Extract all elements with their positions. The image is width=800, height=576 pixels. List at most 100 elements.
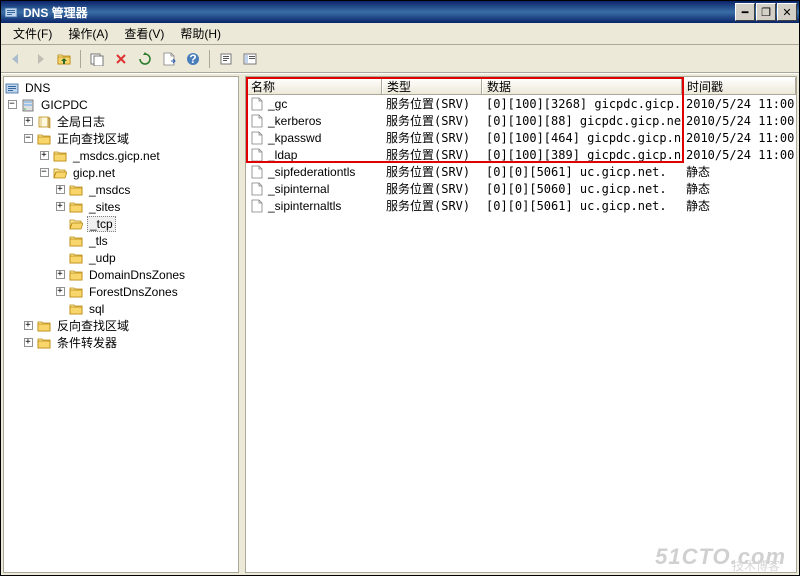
folder-icon [68, 199, 84, 215]
tree-zone-msdcs[interactable]: + _msdcs.gicp.net [4, 147, 238, 164]
svg-text:?: ? [189, 52, 196, 66]
toolbar-export-button[interactable] [158, 48, 180, 70]
toolbar-new-button[interactable] [215, 48, 237, 70]
list-pane: 名称 类型 数据 时间戳 _gc服务位置(SRV)[0][100][3268] … [245, 76, 797, 573]
toolbar-forward-button[interactable] [29, 48, 51, 70]
menu-view[interactable]: 查看(V) [116, 23, 172, 44]
tree-label: _udp [87, 251, 118, 265]
tree-sub-forestdns[interactable]: + ForestDnsZones [4, 283, 238, 300]
cell-data: [0][100][464] gicpdc.gicp.net. [482, 131, 682, 145]
cell-name: _gc [246, 97, 382, 111]
cell-data: [0][0][5061] uc.gicp.net. [482, 199, 682, 213]
list-body[interactable]: _gc服务位置(SRV)[0][100][3268] gicpdc.gicp.n… [246, 95, 796, 572]
column-time[interactable]: 时间戳 [682, 77, 796, 94]
cell-name: _kerberos [246, 114, 382, 128]
tree-root-dns[interactable]: DNS [4, 79, 238, 96]
tree-sub-sites[interactable]: + _sites [4, 198, 238, 215]
maximize-button[interactable]: ❐ [756, 3, 776, 21]
tree-expander[interactable]: + [52, 266, 68, 283]
tree-label: 条件转发器 [55, 334, 119, 351]
tree-sub-tcp[interactable]: _tcp [4, 215, 238, 232]
tree-expander[interactable]: + [52, 198, 68, 215]
list-row[interactable]: _gc 服务位置(SRV)[0][100][3268] gicpdc.gicp.n… [246, 95, 796, 112]
cell-type: 服务位置(SRV) [382, 95, 482, 112]
tree-label: _msdcs.gicp.net [71, 149, 162, 163]
menu-file[interactable]: 文件(F) [5, 23, 60, 44]
tree-expander[interactable]: + [52, 283, 68, 300]
app-icon [3, 4, 19, 20]
tree-pane[interactable]: DNS − GICPDC + 全局日志 − 正向查找区域 + [3, 76, 239, 573]
cell-time: 静态 [682, 197, 796, 214]
column-type[interactable]: 类型 [382, 77, 482, 94]
record-name: _sipfederationtls [268, 165, 355, 179]
record-icon [250, 199, 264, 213]
record-name: _gc [268, 97, 287, 111]
cell-name: _sipinternal [246, 182, 382, 196]
tree-sub-msdcs[interactable]: + _msdcs [4, 181, 238, 198]
tree-label: _tcp [87, 216, 116, 232]
tree-expander[interactable]: − [36, 164, 52, 181]
tree-label: 反向查找区域 [55, 317, 131, 334]
tree-label: 正向查找区域 [55, 130, 131, 147]
folder-icon [68, 301, 84, 317]
tree-server[interactable]: − GICPDC [4, 96, 238, 113]
cell-data: [0][100][3268] gicpdc.gicp.net. [482, 97, 682, 111]
toolbar-properties-button[interactable] [86, 48, 108, 70]
list-row[interactable]: _kerberos服务位置(SRV)[0][100][88] gicpdc.gi… [246, 112, 796, 129]
record-name: _kpasswd [268, 131, 321, 145]
menu-help[interactable]: 帮助(H) [172, 23, 229, 44]
list-row[interactable]: _sipinternal服务位置(SRV)[0][0][5060] uc.gic… [246, 180, 796, 197]
dns-manager-window: DNS 管理器 ━ ❐ ✕ 文件(F) 操作(A) 查看(V) 帮助(H) ? … [0, 0, 800, 576]
cell-type: 服务位置(SRV) [382, 180, 482, 197]
tree-label: sql [87, 302, 106, 316]
tree-label: _msdcs [87, 183, 132, 197]
tree-expander[interactable]: + [20, 334, 36, 351]
folder-icon [68, 250, 84, 266]
tree-forward-zone[interactable]: − 正向查找区域 [4, 130, 238, 147]
tree-global-log[interactable]: + 全局日志 [4, 113, 238, 130]
tree-label: _tls [87, 234, 110, 248]
toolbar-filter-button[interactable] [239, 48, 261, 70]
tree-sub-udp[interactable]: _udp [4, 249, 238, 266]
column-data[interactable]: 数据 [482, 77, 682, 94]
cell-time: 静态 [682, 180, 796, 197]
tree-zone-gicp[interactable]: − gicp.net [4, 164, 238, 181]
minimize-button[interactable]: ━ [735, 3, 755, 21]
tree-label: _sites [87, 200, 122, 214]
tree-sub-domaindns[interactable]: + DomainDnsZones [4, 266, 238, 283]
folder-icon [36, 335, 52, 351]
tree-expander[interactable]: − [20, 130, 36, 147]
toolbar-back-button[interactable] [5, 48, 27, 70]
record-name: _ldap [268, 148, 297, 162]
tree-expander[interactable]: − [4, 96, 20, 113]
tree-expander[interactable]: + [52, 181, 68, 198]
close-button[interactable]: ✕ [777, 3, 797, 21]
toolbar-up-button[interactable] [53, 48, 75, 70]
cell-data: [0][0][5060] uc.gicp.net. [482, 182, 682, 196]
cell-name: _ldap [246, 148, 382, 162]
tree-expander[interactable]: + [20, 113, 36, 130]
column-name[interactable]: 名称 [246, 77, 382, 94]
menu-action[interactable]: 操作(A) [60, 23, 116, 44]
list-row[interactable]: _kpasswd 服务位置(SRV)[0][100][464] gicpdc.gi… [246, 129, 796, 146]
tree-reverse-zone[interactable]: + 反向查找区域 [4, 317, 238, 334]
tree-cond-forward[interactable]: + 条件转发器 [4, 334, 238, 351]
record-icon [250, 148, 264, 162]
toolbar-help-button[interactable]: ? [182, 48, 204, 70]
cell-name: _sipfederationtls [246, 165, 382, 179]
cell-data: [0][100][88] gicpdc.gicp.net. [482, 114, 682, 128]
tree-label: 全局日志 [55, 113, 107, 130]
folder-icon [52, 148, 68, 164]
tree-expander[interactable]: + [36, 147, 52, 164]
list-row[interactable]: _sipinternaltls服务位置(SRV)[0][0][5061] uc.… [246, 197, 796, 214]
folder-icon [36, 131, 52, 147]
list-row[interactable]: _ldap服务位置(SRV)[0][100][389] gicpdc.gicp.… [246, 146, 796, 163]
toolbar-refresh-button[interactable] [134, 48, 156, 70]
tree-sub-sql[interactable]: sql [4, 300, 238, 317]
tree-expander[interactable]: + [20, 317, 36, 334]
record-icon [250, 131, 264, 145]
list-row[interactable]: _sipfederationtls服务位置(SRV)[0][0][5061] u… [246, 163, 796, 180]
cell-type: 服务位置(SRV) [382, 129, 482, 146]
tree-sub-tls[interactable]: _tls [4, 232, 238, 249]
toolbar-delete-button[interactable] [110, 48, 132, 70]
